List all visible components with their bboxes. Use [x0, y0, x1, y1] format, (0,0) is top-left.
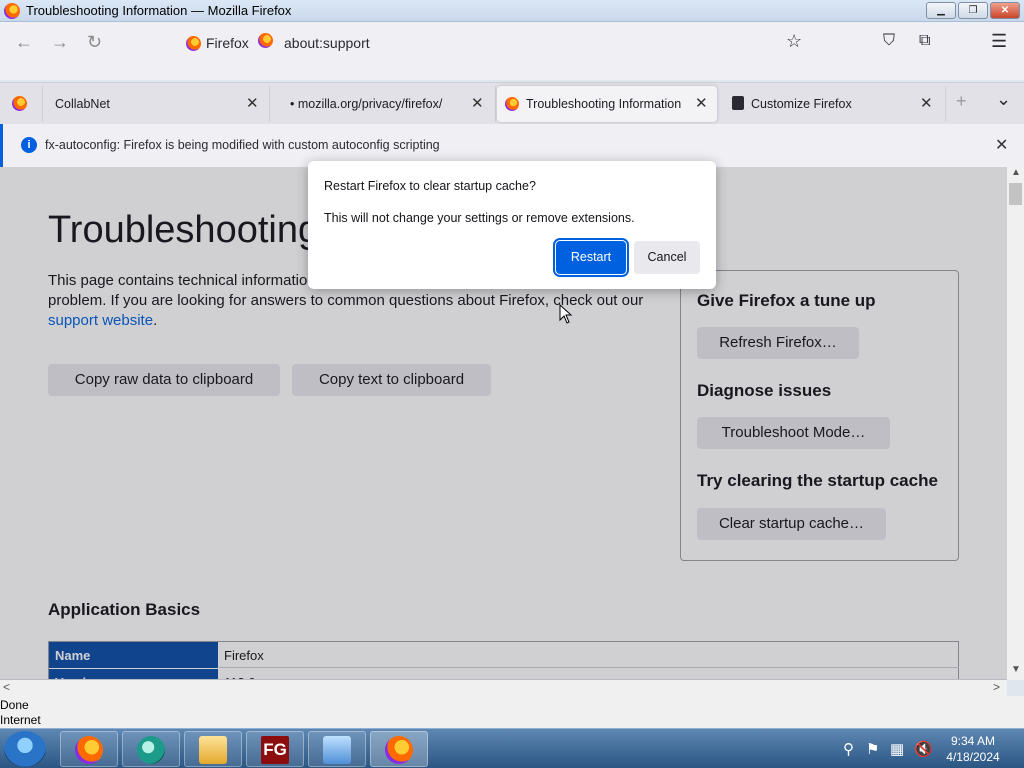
taskbar-firefox-button[interactable] — [60, 731, 118, 767]
forward-icon[interactable]: → — [51, 32, 69, 53]
control-panel-icon — [323, 736, 351, 764]
tab-label: CollabNet — [55, 97, 110, 111]
start-button[interactable] — [4, 731, 46, 767]
maximize-button[interactable]: ❐ — [958, 2, 988, 19]
tab-mozilla-privacy[interactable]: • mozilla.org/privacy/firefox/ ✕ — [270, 86, 496, 122]
tab-close-icon[interactable]: ✕ — [920, 94, 933, 112]
page-favicon-icon — [258, 33, 273, 48]
tab-strip: CollabNet ✕ • mozilla.org/privacy/firefo… — [0, 82, 1024, 124]
reload-icon[interactable]: ↻ — [87, 32, 102, 53]
flag-tray-icon[interactable]: ⚑ — [866, 740, 879, 758]
minimize-button[interactable]: ▁ — [926, 2, 956, 19]
tab-pinned[interactable] — [0, 86, 43, 122]
extensions-icon[interactable]: ⧉ — [919, 32, 930, 50]
taskbar-fg-button[interactable]: FG — [246, 731, 304, 767]
network-tray-icon[interactable]: ▦ — [890, 740, 904, 758]
restart-confirm-dialog: Restart Firefox to clear startup cache? … — [308, 161, 716, 289]
tab-close-icon[interactable]: ✕ — [471, 94, 484, 112]
firefox-tab-icon — [12, 96, 27, 111]
horizontal-scrollbar[interactable]: < > — [0, 680, 1007, 696]
taskbar-firefox-active-button[interactable] — [370, 731, 428, 767]
scroll-left-icon[interactable]: < — [3, 680, 10, 694]
vertical-scrollbar[interactable]: ▲ ▼ — [1007, 167, 1024, 680]
notification-message: fx-autoconfig: Firefox is being modified… — [45, 138, 440, 152]
notification-close-icon[interactable]: ✕ — [995, 135, 1008, 155]
clock-date[interactable]: 4/18/2024 — [930, 750, 1016, 764]
taskbar-explorer-button[interactable] — [184, 731, 242, 767]
firefox-tab-icon — [505, 97, 519, 111]
brush-tab-icon — [732, 96, 744, 110]
firefox-icon — [385, 736, 413, 764]
back-icon[interactable]: ← — [15, 32, 33, 53]
cancel-button[interactable]: Cancel — [634, 241, 700, 274]
status-text: Done — [0, 698, 29, 712]
tab-label: • mozilla.org/privacy/firefox/ — [290, 97, 443, 111]
search-tray-icon[interactable]: ⚲ — [843, 740, 854, 758]
fg-app-icon: FG — [261, 736, 289, 764]
tab-close-icon[interactable]: ✕ — [246, 94, 259, 112]
url-text[interactable]: about:support — [284, 35, 370, 51]
navigation-toolbar: ← → ↻ Firefox about:support ☆ ⛉ ⧉ ☰ — [0, 22, 1024, 80]
new-tab-button[interactable]: + — [956, 91, 967, 112]
tab-collabnet[interactable]: CollabNet ✕ — [43, 86, 270, 122]
status-bar: Done Internet — [0, 696, 1024, 728]
firefox-logo-icon — [4, 3, 20, 19]
folder-icon — [199, 736, 227, 764]
firefox-icon — [75, 736, 103, 764]
zone-text: Internet — [0, 713, 41, 727]
taskbar-control-panel-button[interactable] — [308, 731, 366, 767]
dialog-detail: This will not change your settings or re… — [324, 211, 635, 225]
scroll-right-icon[interactable]: > — [993, 680, 1000, 694]
app-menu-icon[interactable]: ☰ — [991, 31, 1007, 52]
tab-list-chevron-down-icon[interactable]: ⌄ — [996, 89, 1011, 110]
pocket-icon[interactable]: ⛉ — [883, 32, 895, 50]
tab-customize-firefox[interactable]: Customize Firefox ✕ — [720, 86, 946, 122]
identity-label: Firefox — [206, 35, 249, 51]
dialog-question: Restart Firefox to clear startup cache? — [324, 179, 536, 193]
taskbar-browser-button[interactable] — [122, 731, 180, 767]
window-title: Troubleshooting Information — Mozilla Fi… — [26, 3, 292, 18]
restart-button[interactable]: Restart — [553, 238, 629, 277]
clock-time[interactable]: 9:34 AM — [930, 734, 1016, 748]
info-icon: i — [21, 137, 37, 153]
firefox-identity-icon — [186, 36, 201, 51]
scroll-up-icon[interactable]: ▲ — [1011, 167, 1021, 178]
browser-icon — [137, 736, 165, 764]
scroll-thumb[interactable] — [1009, 183, 1022, 205]
tab-label: Troubleshooting Information — [526, 97, 682, 111]
mouse-cursor-icon — [559, 304, 573, 324]
tab-label: Customize Firefox — [751, 97, 852, 111]
scroll-down-icon[interactable]: ▼ — [1011, 664, 1021, 675]
tab-close-icon[interactable]: ✕ — [695, 94, 708, 112]
url-bar[interactable]: Firefox about:support ☆ — [178, 27, 818, 59]
bookmark-star-icon[interactable]: ☆ — [786, 31, 802, 52]
tab-troubleshooting[interactable]: Troubleshooting Information ✕ — [497, 86, 717, 122]
close-window-button[interactable]: ✕ — [990, 2, 1020, 19]
windows-taskbar: FG ⚲ ⚑ ▦ 🔇 9:34 AM 4/18/2024 — [0, 728, 1024, 768]
window-title-bar: Troubleshooting Information — Mozilla Fi… — [0, 0, 1024, 22]
